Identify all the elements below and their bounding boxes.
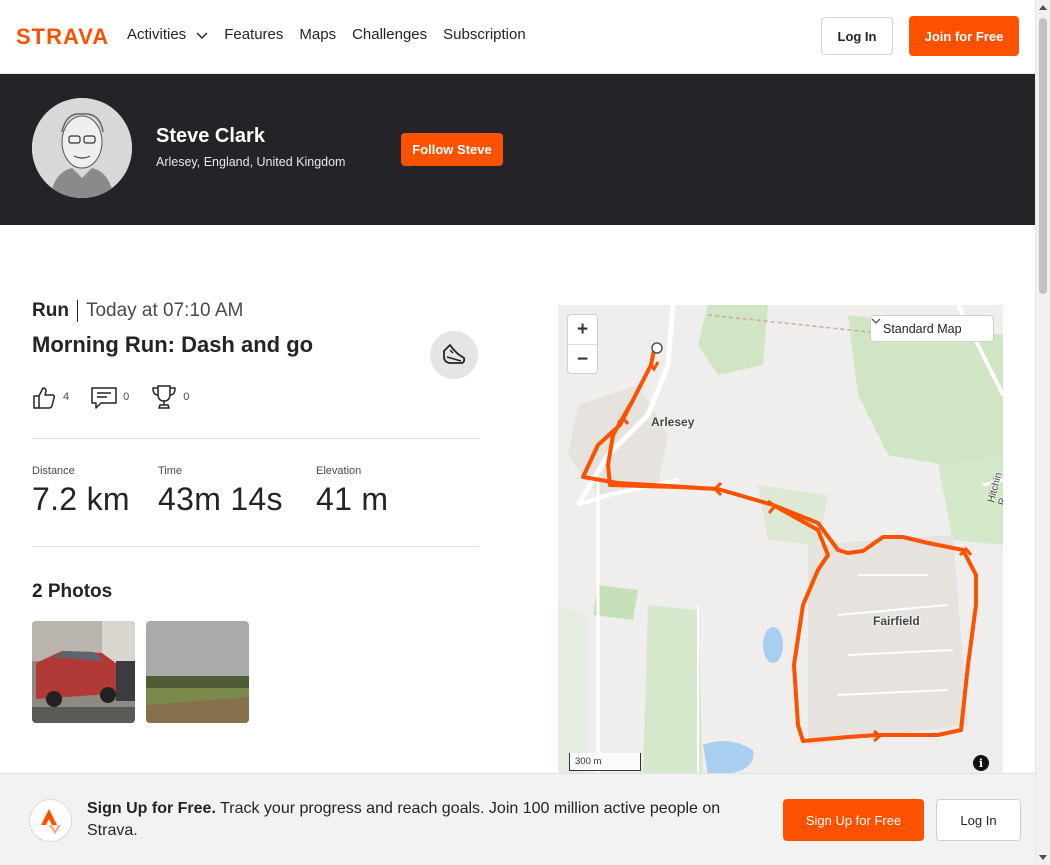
- nav-activities[interactable]: Activities: [127, 26, 208, 43]
- gear-shoe-button[interactable]: [430, 331, 478, 379]
- nav-maps-label: Maps: [299, 26, 337, 43]
- activity-title: Morning Run: Dash and go: [32, 332, 314, 357]
- kudos-count: 4: [63, 391, 70, 403]
- strava-chevron-icon: [40, 808, 61, 834]
- stat-distance: Distance 7.2 km: [32, 465, 130, 518]
- signup-banner: Sign Up for Free. Track your progress an…: [0, 773, 1035, 865]
- achievements[interactable]: 0: [151, 384, 189, 410]
- stat-value: 7.2 km: [32, 481, 130, 517]
- zoom-in-button[interactable]: +: [568, 315, 597, 344]
- login-button[interactable]: Log In: [821, 17, 893, 55]
- achievements-count: 0: [183, 391, 190, 403]
- stat-label: Elevation: [316, 465, 362, 477]
- social-stats: 4 0 0: [32, 384, 189, 410]
- map-label-town: Fairfield: [873, 614, 920, 628]
- chevron-down-icon: [871, 318, 881, 324]
- divider: [32, 438, 479, 439]
- photo-car: [32, 621, 135, 723]
- nav-challenges-label: Challenges: [352, 26, 428, 43]
- athlete-location: Arlesey, England, United Kingdom: [156, 155, 346, 169]
- activity-header: Run Today at 07:10 AM: [32, 300, 243, 322]
- stat-elevation: Elevation 41 m: [316, 465, 388, 518]
- photo-field: [146, 621, 249, 723]
- zoom-out-button[interactable]: −: [568, 345, 597, 374]
- athlete-header: Steve Clark Arlesey, England, United Kin…: [0, 74, 1035, 225]
- activity-time: Today at 07:10 AM: [85, 300, 244, 321]
- page-scrollbar[interactable]: [1035, 0, 1050, 865]
- map-style-label: Standard Map: [883, 321, 962, 336]
- comment-icon: [91, 387, 117, 409]
- avatar-sketch: [32, 98, 132, 198]
- stat-value: 41 m: [316, 481, 389, 517]
- scroll-up-arrow[interactable]: [1039, 5, 1047, 10]
- banner-bold: Sign Up for Free.: [87, 800, 216, 817]
- divider: [32, 546, 479, 547]
- scroll-down-arrow[interactable]: [1039, 855, 1047, 860]
- activity-type: Run: [32, 300, 78, 322]
- map-label-town: Arlesey: [651, 415, 695, 429]
- page: STRAVA Activities Features Maps Challeng…: [0, 0, 1050, 865]
- nav-subscription-label: Subscription: [443, 26, 526, 43]
- stat-time: Time 43m 14s: [158, 465, 283, 518]
- strava-app-icon: [29, 799, 72, 842]
- top-nav: STRAVA Activities Features Maps Challeng…: [0, 0, 1035, 74]
- logo-text: STRAVA: [16, 24, 109, 48]
- athlete-avatar[interactable]: [32, 98, 132, 198]
- join-button[interactable]: Join for Free: [909, 16, 1019, 56]
- nav-features[interactable]: Features: [224, 26, 283, 43]
- nav-maps[interactable]: Maps: [299, 26, 336, 43]
- comments-count: 0: [123, 391, 130, 403]
- chevron-down-icon: [196, 32, 208, 39]
- map-style-select[interactable]: Standard Map: [870, 315, 994, 342]
- trophy-icon: [152, 385, 176, 409]
- comments[interactable]: 0: [91, 385, 129, 409]
- nav-subscription[interactable]: Subscription: [443, 26, 526, 43]
- photo-thumbnail[interactable]: [146, 621, 249, 723]
- thumbs-up-icon: [33, 386, 56, 409]
- scroll-thumb[interactable]: [1039, 18, 1047, 294]
- athlete-name[interactable]: Steve Clark: [156, 125, 265, 148]
- nav-challenges[interactable]: Challenges: [352, 26, 427, 43]
- zoom-control: + −: [567, 314, 598, 374]
- photos-title: 2 Photos: [32, 581, 113, 602]
- stat-value: 43m 14s: [158, 481, 283, 517]
- strava-logo[interactable]: STRAVA: [16, 24, 111, 48]
- info-icon[interactable]: i: [973, 755, 989, 771]
- nav-menu: Activities Features Maps Challenges Subs…: [127, 26, 526, 43]
- signup-button[interactable]: Sign Up for Free: [783, 799, 924, 841]
- banner-login-button[interactable]: Log In: [936, 799, 1021, 841]
- stat-label: Distance: [32, 465, 75, 477]
- shoe-icon: [443, 344, 466, 364]
- kudos[interactable]: 4: [32, 385, 69, 410]
- photo-thumbnail[interactable]: [32, 621, 135, 723]
- map-canvas: [558, 305, 1003, 775]
- stat-label: Time: [158, 465, 183, 477]
- nav-activities-label: Activities: [127, 26, 187, 43]
- banner-text: Sign Up for Free. Track your progress an…: [87, 798, 757, 842]
- follow-button[interactable]: Follow Steve: [401, 133, 503, 166]
- route-map[interactable]: Arlesey Fairfield Hitchin R + − Standard…: [558, 305, 1003, 775]
- map-scale: 300 m: [569, 753, 641, 771]
- nav-features-label: Features: [224, 26, 284, 43]
